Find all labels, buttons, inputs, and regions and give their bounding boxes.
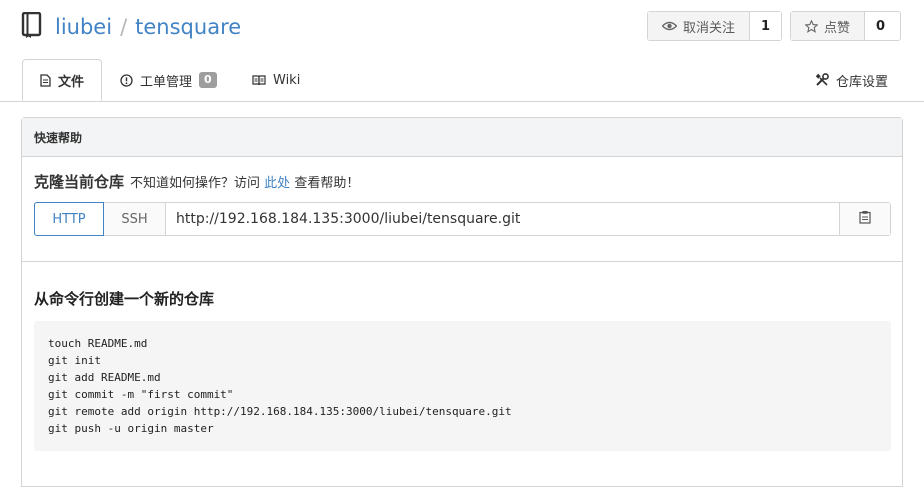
code-line: git push -u origin master xyxy=(48,422,214,435)
star-count[interactable]: 0 xyxy=(865,12,897,40)
repo-tabs: 文件 工单管理 0 Wiki 仓库设置 xyxy=(0,59,924,102)
star-label: 点赞 xyxy=(824,20,851,36)
tab-issues[interactable]: 工单管理 0 xyxy=(120,59,217,101)
tools-icon xyxy=(815,73,829,87)
tab-wiki-label: Wiki xyxy=(273,72,301,88)
new-repo-code-block: touch README.md git init git add README.… xyxy=(34,321,891,451)
tab-files[interactable]: 文件 xyxy=(22,59,102,101)
watch-count[interactable]: 1 xyxy=(750,12,781,40)
code-line: touch README.md xyxy=(48,337,148,350)
quick-help-title: 快速帮助 xyxy=(22,118,902,157)
tab-wiki[interactable]: Wiki xyxy=(252,59,300,101)
tab-issues-label: 工单管理 xyxy=(140,74,193,90)
tab-settings[interactable]: 仓库设置 xyxy=(815,59,888,101)
issues-count-badge: 0 xyxy=(199,72,217,88)
file-text-icon xyxy=(40,73,51,87)
clone-url-bar: HTTP SSH http://192.168.184.135:3000/liu… xyxy=(34,202,891,236)
star-button-group: 点赞 0 xyxy=(790,11,901,41)
clipboard-icon xyxy=(859,210,871,228)
unwatch-label: 取消关注 xyxy=(683,20,736,36)
code-line: git add README.md xyxy=(48,371,161,384)
clone-title: 克隆当前仓库 xyxy=(34,173,125,191)
code-line: git commit -m "first commit" xyxy=(48,388,234,401)
repo-name-link[interactable]: tensquare xyxy=(135,15,241,39)
tab-settings-label: 仓库设置 xyxy=(836,74,889,90)
repo-header: liubei / tensquare 取消关注 1 点赞 0 xyxy=(0,0,924,55)
repo-title: liubei / tensquare xyxy=(55,13,241,41)
clone-help-link[interactable]: 此处 xyxy=(264,176,290,191)
watch-button-group: 取消关注 1 xyxy=(647,11,782,41)
eye-icon xyxy=(662,21,677,31)
book-icon xyxy=(252,74,266,86)
tab-files-label: 文件 xyxy=(57,74,84,90)
copy-url-button[interactable] xyxy=(840,203,890,235)
repo-book-icon xyxy=(21,11,42,38)
repo-owner-link[interactable]: liubei xyxy=(55,15,112,39)
star-button[interactable]: 点赞 xyxy=(791,12,866,40)
quick-help-panel: 快速帮助 克隆当前仓库 不知道如何操作？访问 此处 查看帮助！ HTTP SSH … xyxy=(21,117,903,487)
code-line: git init xyxy=(48,354,101,367)
unwatch-button[interactable]: 取消关注 xyxy=(648,12,750,40)
new-repo-title: 从命令行创建一个新的仓库 xyxy=(34,290,215,308)
ssh-protocol-button[interactable]: SSH xyxy=(104,203,166,235)
clone-hint-suffix: 查看帮助！ xyxy=(294,176,360,191)
code-line: git remote add origin http://192.168.184… xyxy=(48,405,512,418)
clone-heading-row: 克隆当前仓库 不知道如何操作？访问 此处 查看帮助！ xyxy=(34,171,359,192)
repo-separator: / xyxy=(120,15,128,39)
section-divider xyxy=(22,261,902,262)
clone-hint: 不知道如何操作？访问 xyxy=(130,176,261,191)
star-icon xyxy=(805,19,818,33)
issue-opened-icon xyxy=(120,73,133,87)
http-protocol-button[interactable]: HTTP xyxy=(34,202,104,236)
clone-url-input[interactable]: http://192.168.184.135:3000/liubei/tensq… xyxy=(166,203,840,235)
